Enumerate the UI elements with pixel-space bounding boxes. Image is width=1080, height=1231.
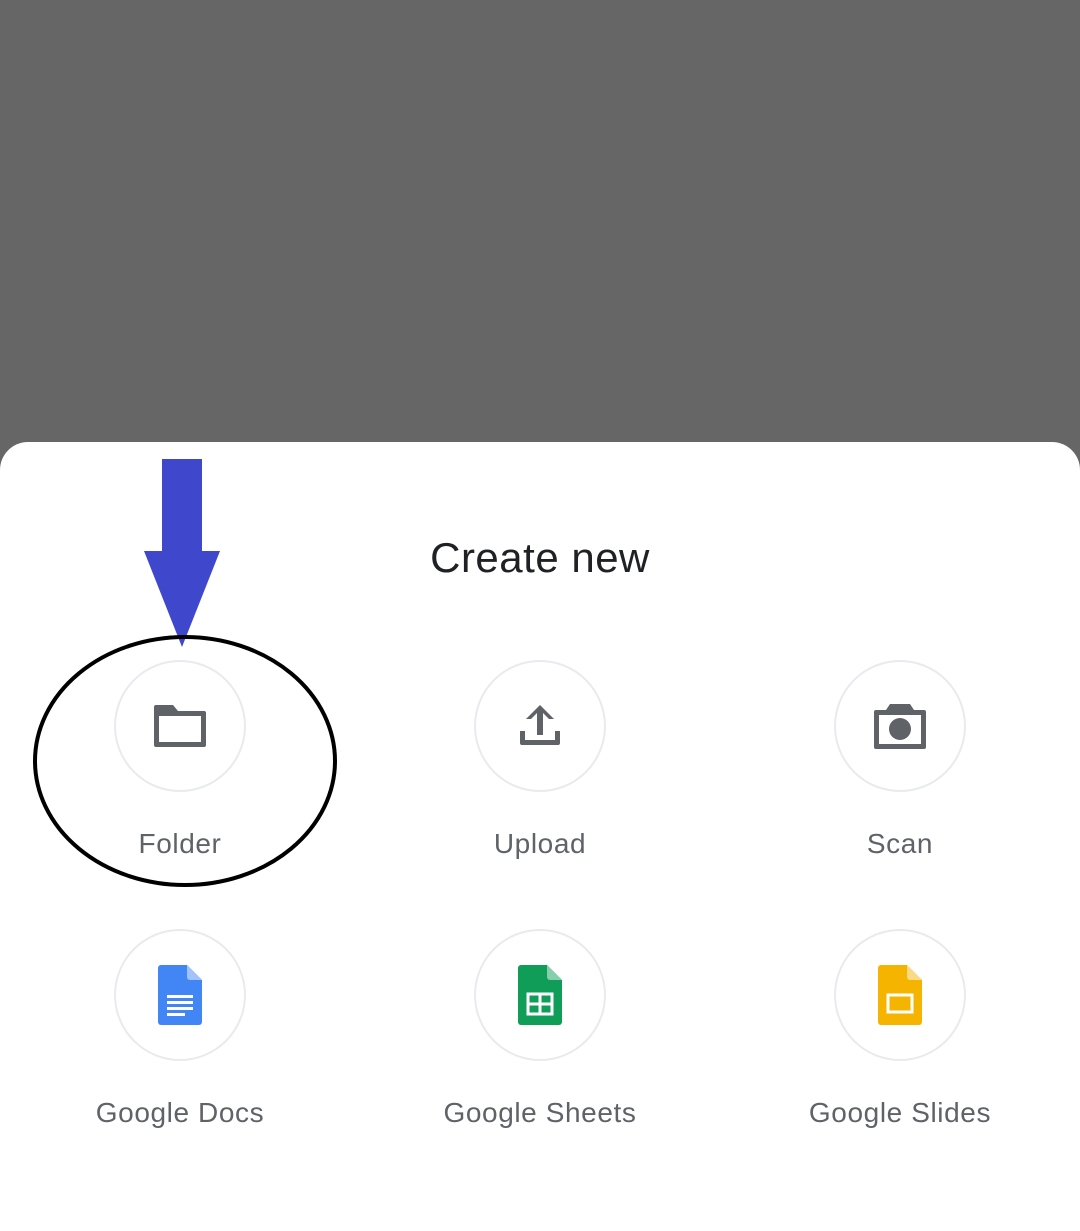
background-scrim[interactable]: [0, 0, 1080, 480]
google-docs-icon: [158, 965, 202, 1025]
upload-icon: [520, 705, 560, 745]
folder-label: Folder: [138, 828, 222, 859]
google-sheets-label: Google Sheets: [443, 1097, 637, 1128]
upload-option[interactable]: Upload: [360, 660, 720, 890]
folder-button[interactable]: [114, 660, 246, 792]
scan-button[interactable]: [834, 660, 966, 792]
google-sheets-button[interactable]: [474, 929, 606, 1061]
scan-label: Scan: [866, 828, 934, 859]
folder-icon: [154, 705, 206, 747]
sheet-title: Create new: [430, 534, 650, 581]
google-sheets-icon: [518, 965, 562, 1025]
upload-button[interactable]: [474, 660, 606, 792]
google-slides-icon: [878, 965, 922, 1025]
google-slides-label: Google Slides: [808, 1097, 992, 1128]
folder-option[interactable]: Folder: [0, 660, 360, 890]
google-docs-label: Google Docs: [95, 1097, 265, 1128]
google-docs-option[interactable]: Google Docs: [0, 929, 360, 1159]
upload-label: Upload: [493, 828, 587, 859]
google-slides-option[interactable]: Google Slides: [720, 929, 1080, 1159]
google-sheets-option[interactable]: Google Sheets: [360, 929, 720, 1159]
google-slides-button[interactable]: [834, 929, 966, 1061]
camera-icon: [874, 704, 926, 749]
google-docs-button[interactable]: [114, 929, 246, 1061]
scan-option[interactable]: Scan: [720, 660, 1080, 890]
